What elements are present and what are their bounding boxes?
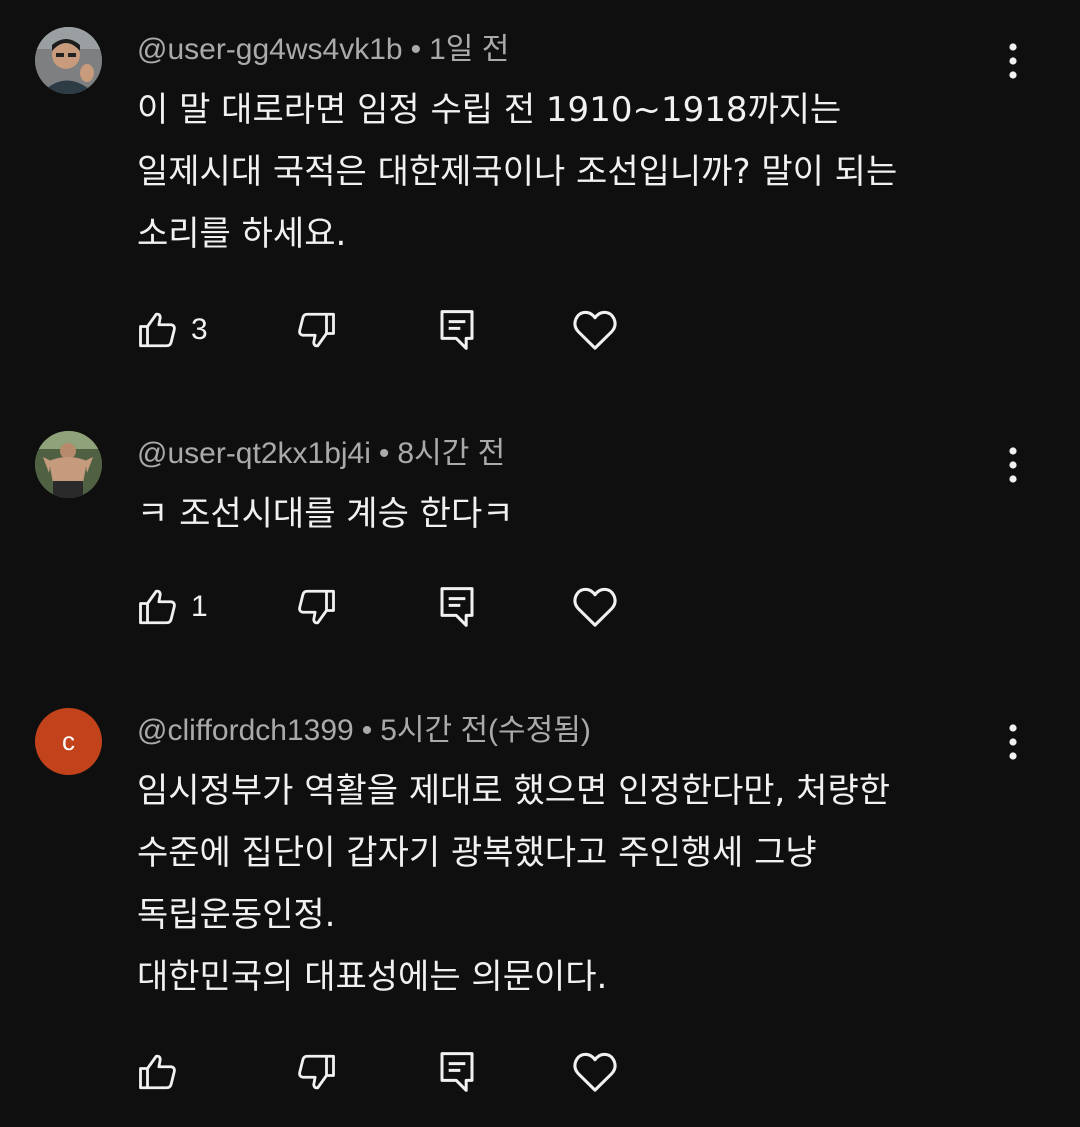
comment-line: 대한민국의 대표성에는 의문이다. [137,957,608,997]
comment-time: 5시간 전(수정됨) [380,714,591,747]
reply-button[interactable] [437,1047,477,1097]
dislike-button[interactable] [295,305,337,355]
comment-time: 1일 전 [429,33,510,66]
comment-meta: @cliffordch1399 • 5시간 전(수정됨) [137,711,591,751]
comment-author[interactable]: @user-gg4ws4vk1b [137,33,403,66]
dislike-button[interactable] [295,1047,337,1097]
thumbs-down-icon [298,312,335,348]
more-options-button[interactable] [995,720,1031,764]
like-count: 3 [191,313,208,346]
like-button[interactable]: 3 [137,305,208,355]
thumbs-up-icon [139,589,176,625]
reply-icon [440,310,474,350]
comment-line: 임시정부가 역활을 제대로 했으면 인정한다만, 처량한 [137,771,891,811]
thumbs-down-icon [298,1054,335,1090]
like-count: 1 [191,590,208,623]
meta-separator: • [378,437,390,470]
comment-line: 일제시대 국적은 대한제국이나 조선입니까? 말이 되는 [137,152,898,192]
thumbs-up-icon [139,312,176,348]
avatar-photo-icon [35,27,102,94]
reply-icon [440,1052,474,1092]
dislike-button[interactable] [295,582,337,632]
reply-button[interactable] [437,582,477,632]
comment-body: 이 말 대로라면 임정 수립 전 1910~1918까지는 일제시대 국적은 대… [137,79,1017,265]
like-button[interactable] [137,1047,191,1097]
heart-button[interactable] [572,305,618,355]
meta-separator: • [361,714,373,747]
meta-separator: • [410,33,422,66]
thumbs-up-icon [139,1054,176,1090]
avatar[interactable] [35,431,102,498]
comment-author[interactable]: @user-qt2kx1bj4i [137,437,371,470]
heart-icon [573,310,617,350]
comment-line: 독립운동인정. [137,895,336,935]
more-vertical-icon [1009,447,1017,483]
comment-time: 8시간 전 [397,437,506,470]
avatar[interactable] [35,27,102,94]
more-options-button[interactable] [995,443,1031,487]
comment-line: 수준에 집단이 갑자기 광복했다고 주인행세 그냥 [137,833,817,873]
avatar-letter: c [62,726,75,756]
reply-icon [440,587,474,627]
comment-line: 소리를 하세요. [137,214,347,254]
heart-button[interactable] [572,582,618,632]
more-vertical-icon [1009,724,1017,760]
more-vertical-icon [1009,43,1017,79]
heart-icon [573,587,617,627]
comment-meta: @user-qt2kx1bj4i • 8시간 전 [137,434,505,474]
comment-body: 임시정부가 역활을 제대로 했으면 인정한다만, 처량한 수준에 집단이 갑자기… [137,760,1017,1008]
comment-meta: @user-gg4ws4vk1b • 1일 전 [137,30,509,70]
heart-button[interactable] [572,1047,618,1097]
avatar[interactable]: c [35,708,102,775]
comment-line: 이 말 대로라면 임정 수립 전 1910~1918까지는 [137,90,842,130]
comment-body: ㅋ 조선시대를 계승 한다ㅋ [137,483,1017,545]
thumbs-down-icon [298,589,335,625]
comment-line: ㅋ 조선시대를 계승 한다ㅋ [137,494,514,534]
like-button[interactable]: 1 [137,582,208,632]
more-options-button[interactable] [995,39,1031,83]
avatar-photo-icon [35,431,102,498]
heart-icon [573,1052,617,1092]
reply-button[interactable] [437,305,477,355]
comment-author[interactable]: @cliffordch1399 [137,714,354,747]
